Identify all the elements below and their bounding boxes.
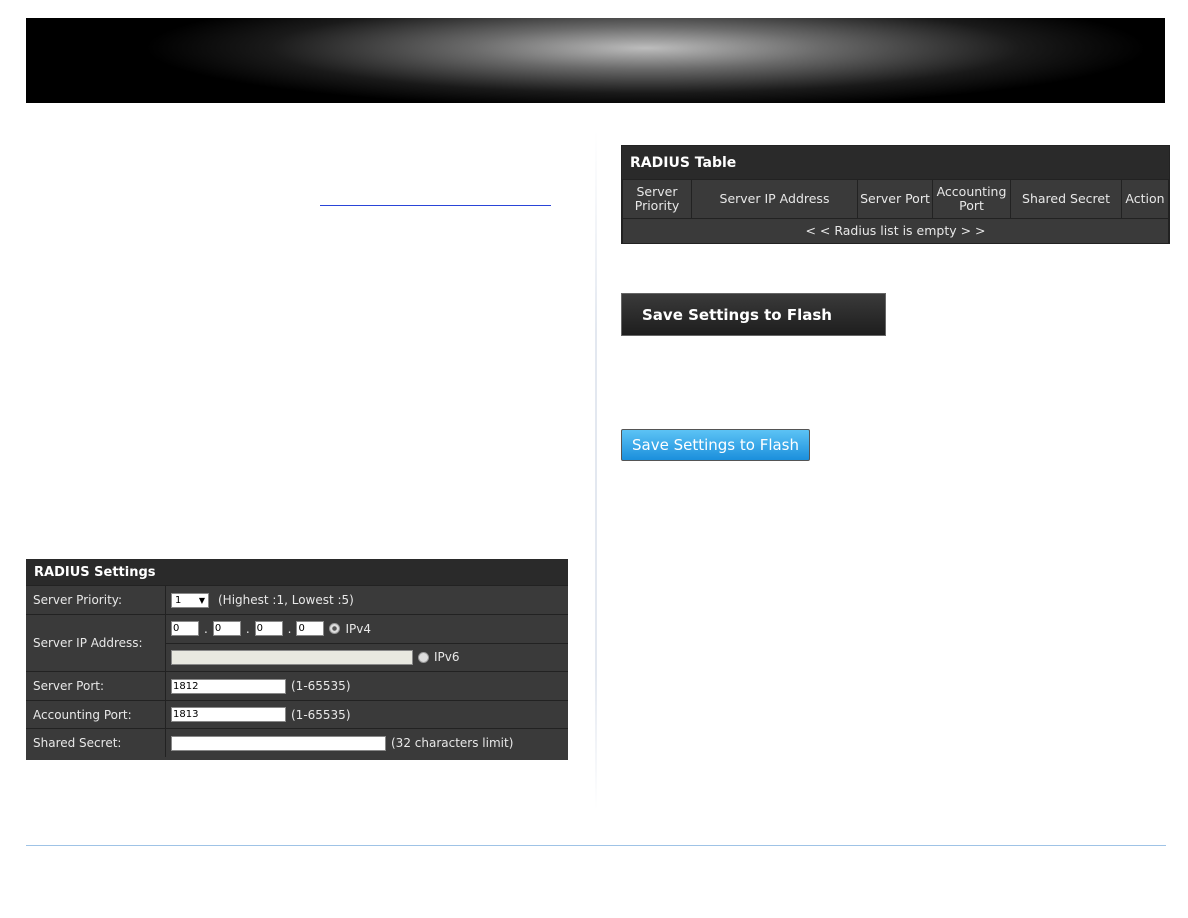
shared-secret-input[interactable] xyxy=(171,735,386,751)
col-accounting-port: Accounting Port xyxy=(932,179,1011,219)
header-banner xyxy=(26,18,1165,103)
save-settings-button-dark[interactable]: Save Settings to Flash xyxy=(621,293,886,336)
col-server-ip: Server IP Address xyxy=(691,179,858,219)
server-priority-label: Server Priority: xyxy=(26,586,166,614)
accounting-port-input[interactable]: 1813 xyxy=(171,707,286,722)
ip-octet-1[interactable]: 0 xyxy=(171,621,199,637)
ipv4-radio[interactable] xyxy=(329,623,341,635)
ipv4-label: IPv4 xyxy=(345,621,371,636)
save-settings-button[interactable]: Save Settings to Flash xyxy=(621,429,810,461)
empty-message: < < Radius list is empty > > xyxy=(622,218,1169,244)
ipv6-radio[interactable] xyxy=(418,651,429,663)
ip-octet-3[interactable]: 0 xyxy=(254,621,283,637)
accounting-port-hint: (1-65535) xyxy=(291,707,351,722)
sep: . xyxy=(245,621,250,636)
ip-octet-2[interactable]: 0 xyxy=(212,621,241,637)
server-port-input[interactable]: 1812 xyxy=(171,678,286,694)
server-ip-label: Server IP Address: xyxy=(26,615,166,671)
hyperlink[interactable] xyxy=(320,191,551,206)
panel-title: RADIUS Settings xyxy=(26,559,568,585)
ipv6-label: IPv6 xyxy=(434,650,460,665)
server-port-label: Server Port: xyxy=(26,672,166,700)
radius-table-panel: RADIUS Table Server Priority Server IP A… xyxy=(621,145,1170,244)
ipv6-input[interactable] xyxy=(171,649,413,665)
shared-secret-label: Shared Secret: xyxy=(26,729,166,757)
col-server-port: Server Port xyxy=(857,179,933,219)
column-divider xyxy=(595,130,597,810)
shared-secret-hint: (32 characters limit) xyxy=(391,736,514,750)
footer-line xyxy=(26,845,1166,846)
col-shared-secret: Shared Secret xyxy=(1010,179,1122,219)
col-server-priority: Server Priority xyxy=(622,179,692,219)
table-title: RADIUS Table xyxy=(622,146,1169,179)
dropdown-arrow-icon: ▼ xyxy=(198,595,205,605)
col-action: Action xyxy=(1121,179,1169,219)
priority-hint: (Highest :1, Lowest :5) xyxy=(218,593,354,607)
accounting-port-label: Accounting Port: xyxy=(26,701,166,728)
sep: . xyxy=(204,621,208,636)
radius-settings-panel: RADIUS Settings Server Priority: 1 ▼ (High… xyxy=(26,559,568,760)
sep: . xyxy=(287,621,292,636)
server-port-hint: (1-65535) xyxy=(291,679,351,693)
server-priority-select[interactable]: 1 ▼ xyxy=(171,592,209,608)
ip-octet-4[interactable]: 0 xyxy=(296,621,325,637)
